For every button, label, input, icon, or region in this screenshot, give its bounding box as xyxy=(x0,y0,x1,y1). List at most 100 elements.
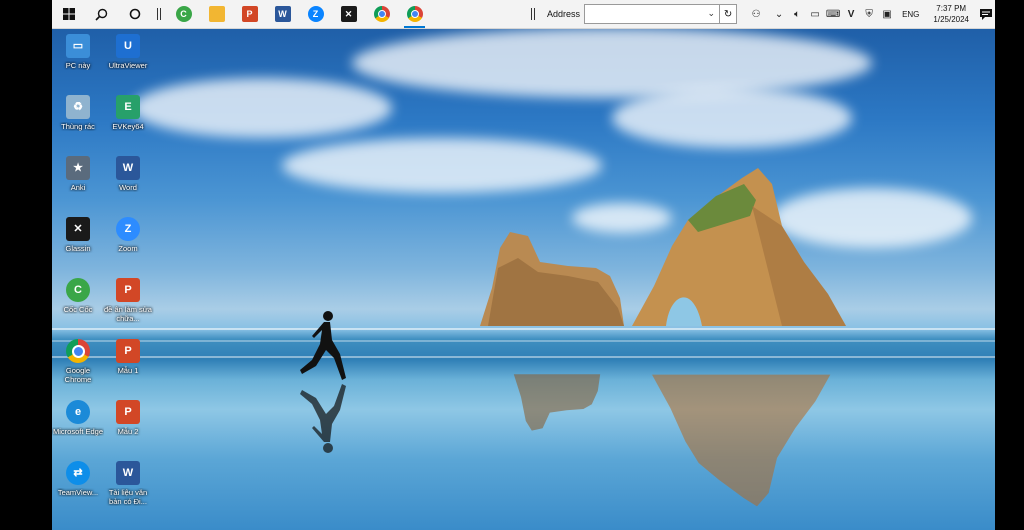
capcut-icon: ✕ xyxy=(340,6,357,22)
desktop-icon-label: PC này xyxy=(65,61,91,70)
desktop-icon-label: Mẫu 2 xyxy=(117,427,139,436)
desktop-icon[interactable]: P Mẫu 2 xyxy=(102,400,154,436)
desktop-icon[interactable]: Google Chrome xyxy=(52,339,104,384)
taskbar-app-word[interactable]: W xyxy=(266,0,299,28)
toolbar-divider xyxy=(157,8,161,20)
sea-stack-small xyxy=(480,232,624,326)
toolbar-divider xyxy=(531,8,536,20)
wallpaper-cloud xyxy=(612,88,852,148)
taskbar-app-zalo[interactable]: Z xyxy=(299,0,332,28)
taskbar-app-powerpoint[interactable]: P xyxy=(233,0,266,28)
clock-time: 7:37 PM xyxy=(936,4,967,13)
v-app-icon[interactable]: V xyxy=(843,6,859,22)
chrome-icon xyxy=(406,6,423,22)
desktop-icon[interactable]: W Word xyxy=(102,156,154,192)
edge-icon: e xyxy=(66,400,90,424)
glassin-icon: ✕ xyxy=(66,217,90,241)
wallpaper-cloud xyxy=(132,78,392,138)
desktop-icon-label: Glassin xyxy=(65,244,91,253)
zalo-icon: Z xyxy=(307,6,324,22)
folder-icon xyxy=(208,6,225,22)
desktop-icon[interactable]: Z Zoom xyxy=(102,217,154,253)
chevron-down-icon[interactable]: ⌄ xyxy=(708,8,716,19)
sea-stack-arch-reflection xyxy=(652,374,831,507)
desktop-icon-label: Google Chrome xyxy=(64,366,92,384)
recycle-bin-icon: ♻ xyxy=(66,95,90,119)
taskbar-app-chrome[interactable] xyxy=(365,0,398,28)
desktop-icon-label: TeamView... xyxy=(57,488,99,497)
desktop-icon[interactable]: U UltraViewer xyxy=(102,34,154,70)
desktop-icon[interactable]: ★ Anki xyxy=(52,156,104,192)
address-go-button[interactable]: ↻ xyxy=(720,4,738,24)
chevron-up-icon[interactable]: ⌄ xyxy=(771,6,787,22)
language-indicator[interactable]: ENG xyxy=(902,10,919,19)
chrome-icon xyxy=(373,6,390,22)
desktop-icon[interactable]: E EVKey64 xyxy=(102,95,154,131)
security-shield-icon[interactable]: ⛨ xyxy=(861,6,877,22)
desktop-icon[interactable]: ♻ Thùng rác xyxy=(52,95,104,131)
powerpoint-file-icon: P xyxy=(116,400,140,424)
desktop-icon[interactable]: C Cốc Cốc xyxy=(52,278,104,314)
desktop-icon[interactable]: ✕ Glassin xyxy=(52,217,104,253)
desktop-icon-label: Microsoft Edge xyxy=(52,427,104,436)
taskbar-app-file-explorer[interactable] xyxy=(200,0,233,28)
evkey-icon: E xyxy=(116,95,140,119)
desktop-background[interactable]: ▭ PC này U UltraViewer ♻ Thùng rác E EVKey64 ★ An… xyxy=(52,28,995,530)
clock-date: 1/25/2024 xyxy=(933,15,969,24)
system-tray: ⚇ ⌄ 🔈︎ ▭ ⌨ V ⛨ ▣ ENG 7:37 PM 1/25/2024 xyxy=(747,3,995,25)
word-icon: W xyxy=(116,156,140,180)
desktop-icon[interactable]: e Microsoft Edge xyxy=(52,400,104,436)
wallpaper-cloud xyxy=(352,28,872,98)
desktop-icon[interactable]: W Tài liệu văn bản có Đi... xyxy=(102,461,154,506)
address-label: Address xyxy=(547,9,581,19)
wave-line xyxy=(52,356,995,358)
zoom-icon: Z xyxy=(116,217,140,241)
taskbar: C P W Z ✕ Address ⌄ ↻ ⚇ ⌄ 🔈︎ ▭ ⌨ V ⛨ ▣ ENG 7… xyxy=(52,0,995,29)
search-button[interactable] xyxy=(85,0,118,28)
action-center-button[interactable] xyxy=(977,8,995,20)
word-file-icon: W xyxy=(116,461,140,485)
powerpoint-icon: P xyxy=(241,6,258,22)
people-icon[interactable]: ⚇ xyxy=(748,6,764,22)
desktop-icon-label: Cốc Cốc xyxy=(63,305,93,314)
desktop-icon-label: Anki xyxy=(70,183,86,192)
desktop-icon-label: UltraViewer xyxy=(108,61,148,70)
runner-silhouette xyxy=(300,311,346,380)
monitor-icon[interactable]: ▣ xyxy=(879,6,895,22)
sea-stack-arch xyxy=(632,168,846,326)
display-icon[interactable]: ▭ xyxy=(807,6,823,22)
wave-line xyxy=(52,340,995,342)
taskbar-app-capcut[interactable]: ✕ xyxy=(332,0,365,28)
clock[interactable]: 7:37 PM 1/25/2024 xyxy=(933,3,969,25)
desktop-icon-label: Word xyxy=(119,183,137,192)
desktop-icon-label: Tài liệu văn bản có Đi... xyxy=(108,488,148,506)
desktop-icon[interactable]: P Mẫu 1 xyxy=(102,339,154,375)
volume-icon[interactable]: 🔈︎ xyxy=(789,6,805,22)
desktop-icon-label: đề ân làm sửa chữa... xyxy=(104,305,152,323)
desktop-icon-label: Thùng rác xyxy=(61,122,95,131)
wallpaper-cloud xyxy=(282,138,602,193)
desktop-icon[interactable]: Pđề ân làm sửa chữa... xyxy=(102,278,154,323)
coccoc-icon: C xyxy=(175,6,192,22)
address-input[interactable]: ⌄ xyxy=(584,4,721,24)
taskbar-app-chrome-2[interactable] xyxy=(398,0,431,28)
search-icon xyxy=(95,8,108,21)
desktop-icon-label: Zoom xyxy=(118,244,138,253)
desktop-icon[interactable]: ⇄ TeamView... xyxy=(52,461,104,497)
teamviewer-icon: ⇄ xyxy=(66,461,90,485)
ultraviewer-icon: U xyxy=(116,34,140,58)
coccoc-icon: C xyxy=(66,278,90,302)
anki-icon: ★ xyxy=(66,156,90,180)
desktop-icon-label: EVKey64 xyxy=(112,122,144,131)
runner-reflection xyxy=(300,384,346,453)
powerpoint-file-icon: P xyxy=(116,339,140,363)
cortana-button[interactable] xyxy=(118,0,151,28)
taskbar-app-coc-coc[interactable]: C xyxy=(167,0,200,28)
start-button[interactable] xyxy=(52,0,85,28)
network-icon[interactable]: ⌨ xyxy=(825,6,841,22)
wave-line xyxy=(52,328,995,330)
refresh-icon: ↻ xyxy=(723,8,733,20)
sea-stack-small-reflection xyxy=(513,374,601,431)
desktop-icon[interactable]: ▭ PC này xyxy=(52,34,104,70)
pinned-apps: C P W Z ✕ xyxy=(167,0,431,28)
